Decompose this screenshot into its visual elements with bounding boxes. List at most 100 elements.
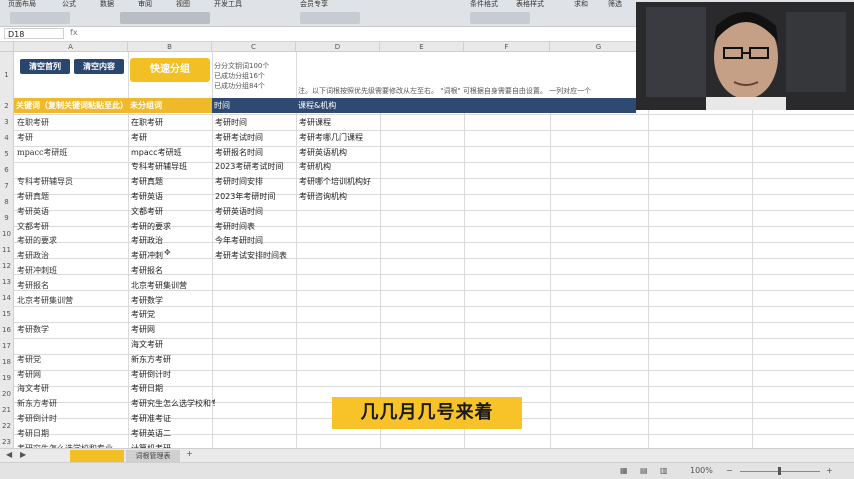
cell-col_b[interactable]: 专科考研辅导班 <box>128 159 215 174</box>
ribbon-tab[interactable]: 公式 <box>62 0 76 9</box>
column-header[interactable]: B <box>128 42 212 52</box>
ribbon-tab[interactable]: 数据 <box>100 0 114 9</box>
cell-col_b[interactable]: 考研准考证 <box>128 411 215 426</box>
cell-col_b[interactable]: 北京考研集训营 <box>128 278 215 293</box>
row-header[interactable]: 1 <box>0 52 14 98</box>
cell-col_b[interactable]: 考研党 <box>128 307 215 322</box>
cell-col_a[interactable]: 考研报名 <box>14 278 129 293</box>
cell-col_b[interactable]: 考研英语二 <box>128 426 215 441</box>
row-header[interactable]: 8 <box>0 194 14 210</box>
ribbon-tab[interactable]: 页面布局 <box>8 0 36 9</box>
ribbon-tab[interactable]: 求和 <box>574 0 588 9</box>
cell-col_d[interactable]: 考研哪个培训机构好 <box>296 174 383 189</box>
cell-col_b[interactable]: 考研网 <box>128 322 215 337</box>
zoom-slider-thumb[interactable] <box>778 467 781 475</box>
cell-col_a[interactable]: 考研数学 <box>14 322 129 337</box>
row-header[interactable]: 7 <box>0 178 14 194</box>
cell-col_c[interactable]: 2023年考研时间 <box>212 189 299 204</box>
column-header[interactable]: E <box>380 42 464 52</box>
cell-col_b[interactable]: 考研真题 <box>128 174 215 189</box>
column-header[interactable]: F <box>464 42 550 52</box>
cell-col_c[interactable]: 考研考试时间 <box>212 130 299 145</box>
ribbon-tab[interactable]: 审阅 <box>138 0 152 9</box>
row-header[interactable]: 11 <box>0 242 14 258</box>
cell-col_b[interactable]: 海文考研 <box>128 337 215 352</box>
row-header[interactable]: 15 <box>0 306 14 322</box>
row-header[interactable]: 22 <box>0 418 14 434</box>
row-header[interactable]: 5 <box>0 146 14 162</box>
cell-col_a[interactable]: 北京考研集训营 <box>14 293 129 308</box>
cell-col_b[interactable]: 考研政治 <box>128 233 215 248</box>
cell-col_d[interactable]: 考研英语机构 <box>296 145 383 160</box>
ribbon-tab[interactable]: 表格样式 <box>516 0 544 9</box>
cell-col_c[interactable]: 考研报名时间 <box>212 145 299 160</box>
cell-col_b[interactable]: 在职考研 <box>128 115 215 130</box>
cell-col_a[interactable]: 文都考研 <box>14 219 129 234</box>
zoom-out-icon[interactable]: − <box>726 466 733 475</box>
zoom-level[interactable]: 100% <box>690 466 713 475</box>
row-header[interactable]: 2 <box>0 98 14 114</box>
row-header[interactable]: 16 <box>0 322 14 338</box>
cell-col_b[interactable]: 考研报名 <box>128 263 215 278</box>
cell-col_b[interactable]: 考研冲刺 <box>128 248 215 263</box>
cell-col_b[interactable]: 考研究生怎么选学校和专业 <box>128 396 215 411</box>
add-sheet-icon[interactable]: + <box>186 449 193 458</box>
fx-icon[interactable]: fx <box>70 28 78 37</box>
select-all-corner[interactable] <box>0 42 14 52</box>
clear-content-button[interactable]: 清空内容 <box>74 59 124 74</box>
column-header[interactable]: A <box>14 42 128 52</box>
course-header[interactable]: 课程&机构 <box>296 98 636 113</box>
row-header[interactable]: 6 <box>0 162 14 178</box>
cell-col_a[interactable]: 专科考研辅导员 <box>14 174 129 189</box>
column-header[interactable]: C <box>212 42 296 52</box>
ribbon-tab[interactable]: 视图 <box>176 0 190 9</box>
cell-col_a[interactable]: 考研网 <box>14 367 129 382</box>
time-header[interactable]: 时间 <box>212 98 296 113</box>
row-header[interactable]: 9 <box>0 210 14 226</box>
cell-col_a[interactable]: 考研政治 <box>14 248 129 263</box>
cell-col_a[interactable]: 考研冲刺班 <box>14 263 129 278</box>
view-page-icon[interactable]: ▤ <box>640 466 648 475</box>
ribbon-tool[interactable] <box>300 12 360 24</box>
row-header[interactable]: 18 <box>0 354 14 370</box>
ribbon-tool[interactable] <box>10 12 70 24</box>
cell-col_a[interactable]: 考研日期 <box>14 426 129 441</box>
last-sheet-icon[interactable]: ▶ <box>20 450 26 459</box>
cell-col_b[interactable]: 考研 <box>128 130 215 145</box>
cell-col_c[interactable]: 考研时间安排 <box>212 174 299 189</box>
row-header[interactable]: 10 <box>0 226 14 242</box>
cell-col_a[interactable]: 考研真题 <box>14 189 129 204</box>
row-header[interactable]: 13 <box>0 274 14 290</box>
cell-col_a[interactable]: 新东方考研 <box>14 396 129 411</box>
cell-col_c[interactable]: 2023考研考试时间 <box>212 159 299 174</box>
cell-col_d[interactable]: 考研机构 <box>296 159 383 174</box>
column-header[interactable]: D <box>296 42 380 52</box>
quick-group-button[interactable]: 快速分组 <box>130 58 210 82</box>
zoom-in-icon[interactable]: + <box>826 466 833 475</box>
cell-col_a[interactable]: mpacc考研班 <box>14 145 129 160</box>
row-header[interactable]: 19 <box>0 370 14 386</box>
view-layout-icon[interactable]: ▥ <box>660 466 668 475</box>
row-header[interactable]: 20 <box>0 386 14 402</box>
ribbon-tab[interactable]: 筛选 <box>608 0 622 9</box>
cell-col_b[interactable]: 考研的要求 <box>128 219 215 234</box>
name-box[interactable]: D18 <box>4 28 64 39</box>
cell-col_b[interactable]: 考研英语 <box>128 189 215 204</box>
ribbon-tool[interactable] <box>470 12 530 24</box>
cell-col_a[interactable]: 海文考研 <box>14 381 129 396</box>
cell-col_b[interactable]: 考研数学 <box>128 293 215 308</box>
ribbon-tab[interactable]: 条件格式 <box>470 0 498 9</box>
cell-col_b[interactable]: mpacc考研班 <box>128 145 215 160</box>
clean-blank-button[interactable]: 清空首列 <box>20 59 70 74</box>
ribbon-tab[interactable]: 会员专享 <box>300 0 328 9</box>
cell-col_c[interactable]: 考研时间 <box>212 115 299 130</box>
row-header[interactable]: 12 <box>0 258 14 274</box>
row-header[interactable]: 21 <box>0 402 14 418</box>
cell-col_a[interactable]: 在职考研 <box>14 115 129 130</box>
cell-col_c[interactable]: 考研考试安排时间表 <box>212 248 299 263</box>
cell-col_c[interactable]: 考研时间表 <box>212 219 299 234</box>
cell-col_c[interactable]: 考研英语时间 <box>212 204 299 219</box>
column-header[interactable]: G <box>550 42 648 52</box>
row-header[interactable]: 17 <box>0 338 14 354</box>
cell-col_a[interactable]: 考研倒计时 <box>14 411 129 426</box>
